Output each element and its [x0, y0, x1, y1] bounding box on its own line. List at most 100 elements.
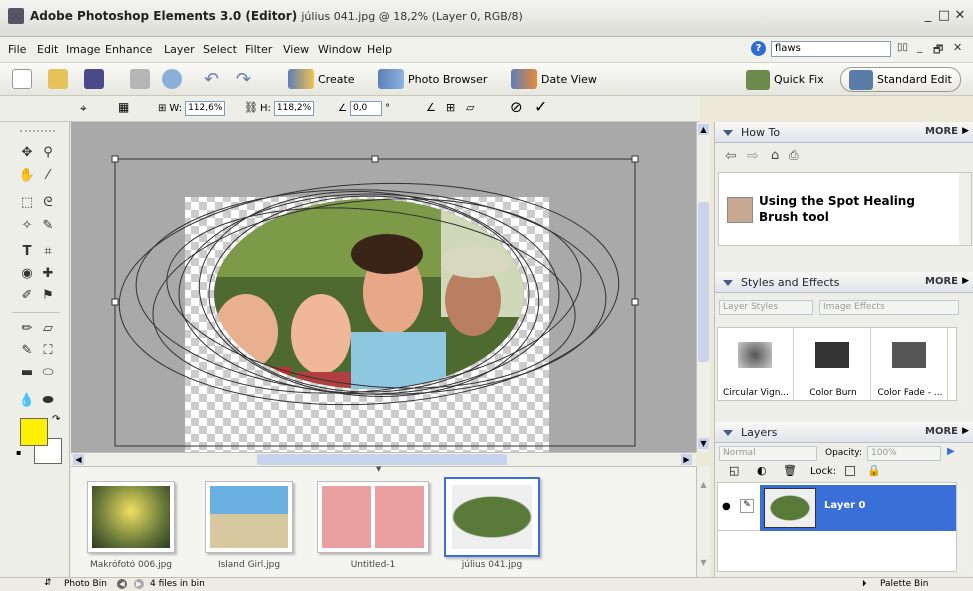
reference-point-icon[interactable]: ⌖ — [80, 101, 87, 116]
palette-bin-icon[interactable]: ⏵ — [862, 579, 867, 589]
opacity-arrow-icon[interactable]: ▶ — [947, 446, 955, 457]
collapse-icon[interactable] — [723, 280, 733, 286]
width-input[interactable]: 112,6% — [185, 101, 226, 116]
bin-scrollbar[interactable]: ▲ ▼ — [696, 466, 710, 577]
adjustment-layer-icon[interactable]: ◐ — [757, 464, 767, 477]
commit-transform-icon[interactable]: ✓ — [534, 97, 547, 116]
menu-layer[interactable]: Layer — [164, 43, 195, 56]
default-colors-icon[interactable]: ▪ — [16, 448, 21, 457]
collapse-icon[interactable] — [723, 130, 733, 136]
menu-filter[interactable]: Filter — [245, 43, 272, 56]
effect-color-fade[interactable]: Color Fade - ... — [872, 328, 948, 400]
image-effects-select[interactable]: Image Effects — [819, 300, 959, 315]
vertical-scrollbar[interactable]: ▲ ▼ — [696, 122, 710, 452]
new-layer-icon[interactable]: ◱ — [729, 464, 739, 477]
photo-browser-button[interactable]: Photo Browser — [378, 68, 487, 90]
spot-healing-tool-icon[interactable]: ✚ — [38, 265, 58, 283]
layer-name[interactable]: Layer 0 — [824, 500, 865, 511]
doc-close-button[interactable]: ✕ — [953, 41, 962, 54]
styles-effects-header[interactable]: Styles and Effects MORE ▶ — [715, 272, 973, 293]
menu-help[interactable]: Help — [367, 43, 392, 56]
search-input[interactable]: flaws — [771, 41, 891, 57]
red-eye-tool-icon[interactable]: ◉ — [17, 265, 37, 283]
lock-transparency-icon[interactable] — [845, 466, 855, 476]
collapse-icon[interactable] — [723, 430, 733, 436]
more-arrow-icon[interactable]: ▶ — [962, 126, 969, 136]
foreground-color-swatch[interactable] — [20, 418, 48, 446]
blur-tool-icon[interactable]: 💧 — [17, 392, 37, 410]
bin-scroll-down-icon[interactable]: ▼ — [698, 558, 709, 569]
menu-select[interactable]: Select — [203, 43, 237, 56]
height-input[interactable]: 118,2% — [273, 101, 314, 116]
link-icon[interactable]: ⛓ — [244, 101, 258, 114]
brush-tool-icon[interactable]: ✎ — [17, 342, 37, 360]
howto-header[interactable]: How To MORE ▶ — [715, 122, 973, 143]
quick-fix-button[interactable]: Quick Fix — [737, 67, 833, 92]
hand-tool-icon[interactable]: ✋ — [17, 167, 37, 185]
angle-input[interactable]: 0,0 — [349, 101, 382, 116]
cancel-transform-icon[interactable]: ⊘ — [510, 98, 523, 116]
date-view-button[interactable]: Date View — [511, 68, 597, 90]
reference-grid-icon[interactable]: ▦ — [118, 100, 129, 114]
eraser-tool-icon[interactable]: ▱ — [38, 320, 58, 338]
zoom-tool-icon[interactable]: ⚲ — [38, 144, 58, 162]
bin-thumb-julius-selected[interactable] — [444, 477, 540, 557]
bin-splitter-icon[interactable]: ▼ — [376, 465, 381, 473]
canvas-area[interactable] — [71, 122, 696, 452]
link-brush-icon[interactable]: ✎ — [740, 499, 754, 513]
lasso-tool-icon[interactable]: ᘓ — [38, 194, 58, 212]
swap-colors-icon[interactable]: ↷ — [52, 414, 60, 425]
create-button[interactable]: Create — [288, 68, 355, 90]
undo-icon[interactable]: ↶ — [204, 69, 219, 90]
vertical-scroll-thumb[interactable] — [698, 202, 709, 362]
effect-circular-vignette[interactable]: Circular Vign... — [718, 328, 794, 400]
scroll-up-icon[interactable]: ▲ — [698, 124, 709, 135]
photo-bin-label[interactable]: Photo Bin — [64, 579, 107, 589]
doc-restore-button[interactable]: 🗗 — [933, 41, 943, 60]
sponge-tool-icon[interactable]: ⬬ — [38, 392, 58, 410]
opacity-input[interactable]: 100% — [867, 446, 941, 461]
visibility-eye-icon[interactable]: ● — [722, 501, 731, 512]
back-icon[interactable]: ⇦ — [725, 148, 737, 164]
menu-view[interactable]: View — [283, 43, 309, 56]
close-button[interactable]: ✕ — [953, 9, 967, 23]
forward-icon[interactable]: ⇨ — [747, 148, 759, 164]
print-icon[interactable]: ⎙ — [789, 148, 799, 163]
save-icon[interactable] — [84, 69, 104, 89]
gradient-tool-icon[interactable]: ▬ — [17, 364, 37, 382]
effects-scrollbar[interactable] — [959, 327, 971, 401]
blend-mode-select[interactable]: Normal — [719, 446, 817, 461]
perspective-icon[interactable]: ▱ — [466, 101, 474, 114]
clone-stamp-tool-icon[interactable]: ⚑ — [38, 287, 58, 305]
more-arrow-icon[interactable]: ▶ — [962, 276, 969, 286]
previous-icon[interactable]: ◀ — [117, 579, 127, 589]
scroll-left-icon[interactable]: ◀ — [73, 454, 84, 465]
standard-edit-button[interactable]: Standard Edit — [840, 67, 961, 92]
menu-enhance[interactable]: Enhance — [105, 43, 152, 56]
toolbox-grip[interactable] — [20, 130, 55, 132]
howto-scrollbar[interactable] — [959, 173, 971, 245]
doc-minimize-button[interactable]: _ — [917, 40, 923, 53]
menu-window[interactable]: Window — [318, 43, 361, 56]
horizontal-scrollbar[interactable]: ◀ ▶ — [71, 452, 696, 466]
paint-bucket-tool-icon[interactable]: ⛶ — [38, 342, 58, 360]
marquee-tool-icon[interactable]: ⬚ — [17, 194, 37, 212]
minimize-button[interactable]: _ — [921, 9, 935, 23]
styles-more-button[interactable]: MORE — [925, 276, 958, 287]
palette-bin-label[interactable]: Palette Bin — [880, 579, 928, 589]
bin-scroll-up-icon[interactable]: ▲ — [698, 480, 709, 491]
layers-header[interactable]: Layers MORE ▶ — [715, 422, 973, 443]
howto-topic-link[interactable]: Using the Spot Healing Brush tool — [759, 193, 949, 225]
menu-image[interactable]: Image — [66, 43, 100, 56]
online-services-icon[interactable] — [162, 69, 182, 89]
effect-color-burn[interactable]: Color Burn — [795, 328, 871, 400]
layers-more-button[interactable]: MORE — [925, 426, 958, 437]
howto-more-button[interactable]: MORE — [925, 126, 958, 137]
help-icon[interactable]: ? — [751, 41, 766, 56]
selection-brush-tool-icon[interactable]: ✎ — [38, 217, 58, 235]
next-icon[interactable]: ▶ — [134, 579, 144, 589]
shape-tool-icon[interactable]: ⬭ — [38, 364, 58, 382]
skew-icon[interactable]: ∠ — [426, 101, 436, 114]
layer-styles-select[interactable]: Layer Styles — [719, 300, 813, 315]
eyedropper-tool-icon[interactable]: ⁄ — [38, 167, 58, 185]
